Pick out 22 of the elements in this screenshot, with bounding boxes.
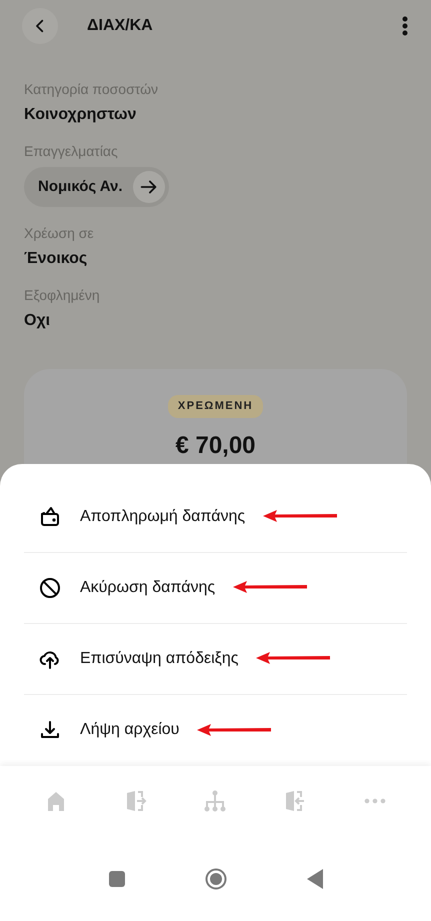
action-item[interactable]: Επισύναψη απόδειξης (24, 624, 407, 694)
field-label: Εξοφλημένη (24, 286, 101, 305)
field-value: Ένοικος (24, 249, 88, 269)
professional-chip[interactable]: Νομικός Αν. (24, 167, 169, 207)
field-label: Επαγγελματίας (24, 142, 119, 161)
back-button[interactable] (22, 8, 58, 44)
status-tag: ΧΡΕΩΜΕΝΗ (168, 395, 264, 418)
wallet-icon (38, 504, 62, 528)
amount-text: € 70,00 (175, 430, 256, 460)
action-item[interactable]: Λήψη αρχείου (24, 694, 407, 766)
field-label: Κατηγορία ποσοστών (24, 80, 159, 99)
screen-title: ΔΙΑΧ/ΚΑ (87, 16, 153, 36)
home-icon[interactable] (204, 868, 226, 890)
ban-icon (38, 576, 62, 600)
back-icon[interactable] (306, 869, 322, 890)
menu-icon (402, 16, 408, 36)
field-value: Κοινοχρηστων (24, 105, 138, 125)
field-value: Οχι (24, 311, 52, 331)
field-label: Χρέωση σε (24, 224, 95, 243)
recents-icon[interactable] (108, 871, 124, 888)
action-item[interactable]: Ακύρωση δαπάνης (24, 552, 407, 624)
action-item[interactable]: Αποπληρωμή δαπάνης (24, 482, 407, 552)
